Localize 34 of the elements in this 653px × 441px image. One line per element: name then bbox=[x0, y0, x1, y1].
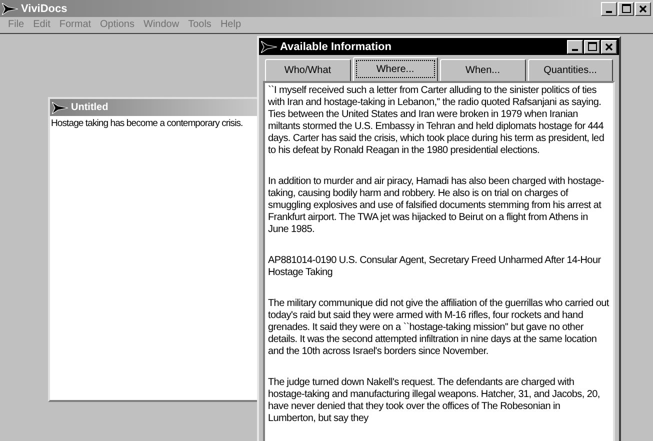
menu-item[interactable]: Format bbox=[59, 18, 92, 30]
paragraph: ``I myself received such a letter from Carter alluding to the sinister politics of ties with Iran and hostage-taking in Lebanon,'' the radio quoted Rafsanjani as saying. Ties between the United States and Iran were broken in 1979 when Iranian miltants stormed the U.S. Embassy in Tehran and held diplomats hostage for 444 days. Carter has said the crisis, which took place during his term as president, led to his defeat by Ronald Reagan in the 1980 presidential elections. bbox=[268, 85, 606, 157]
tab[interactable]: Who/What bbox=[265, 59, 350, 81]
maximize-button[interactable] bbox=[584, 40, 600, 54]
maximize-button[interactable] bbox=[618, 2, 634, 16]
window-title: ViviDocs bbox=[21, 2, 68, 14]
tab[interactable]: When... bbox=[440, 59, 526, 81]
dialog-title: Available Information bbox=[280, 40, 392, 52]
close-button[interactable] bbox=[601, 40, 617, 54]
minimize-icon bbox=[606, 10, 612, 12]
minimize-icon bbox=[572, 48, 578, 50]
close-icon bbox=[605, 42, 613, 50]
menu-item[interactable]: Window bbox=[144, 18, 180, 30]
close-button[interactable] bbox=[635, 2, 651, 16]
maximize-icon bbox=[588, 42, 596, 51]
paragraph: AP881014-0190 U.S. Consular Agent, Secretary Freed Unharmed After 14-Hour Hostage Taking bbox=[268, 255, 602, 279]
menu-item[interactable]: Help bbox=[220, 18, 242, 30]
minimize-button[interactable] bbox=[567, 40, 583, 54]
arrow-logo-icon bbox=[2, 2, 18, 14]
menu-item[interactable]: Edit bbox=[33, 18, 50, 30]
menu-item[interactable]: Tools bbox=[188, 18, 212, 30]
paragraph: The judge turned down Nakell's request. The defendants are charged with hostage-taking and manufacturing illegal weapons. Hatcher, 31, and Jacobs, 20, have never denied that they took over the offices of The Robesonian in Lumberton, but say they bbox=[268, 377, 601, 425]
paragraph: The military communique did not give the affiliation of the guerrillas who carried out today's raid but said they were armed with M-16 rifles, four rockets and hand grenades. It said they were on a ``hostage-taking mission'' but gave no other details. It was the second attempted infiltration in nine days at the same location and the 10th across Israel's borders since November. bbox=[268, 298, 610, 358]
tab[interactable]: Where... bbox=[352, 57, 438, 81]
document-text: Hostage taking has become a contemporary crisis. bbox=[50, 117, 244, 131]
menu-item[interactable]: Options bbox=[100, 18, 134, 30]
minimize-button[interactable] bbox=[601, 2, 617, 16]
close-icon bbox=[639, 4, 647, 12]
arrow-logo-icon bbox=[52, 102, 68, 114]
menu-item[interactable]: File bbox=[8, 18, 24, 30]
paragraph: In addition to murder and air piracy, Hamadi has also been charged with hostage-taking, causing bodily harm and robbery. He also is on trial on charges of smuggling explosives and use of falsified documents stemming from his arrest at Frankfurt airport. The TWA jet was hijacked to Beirut on a flight from Athens in June 1985. bbox=[268, 176, 606, 236]
tab[interactable]: Quantities... bbox=[528, 59, 613, 81]
maximize-icon bbox=[622, 4, 630, 13]
document-title: Untitled bbox=[71, 102, 110, 113]
